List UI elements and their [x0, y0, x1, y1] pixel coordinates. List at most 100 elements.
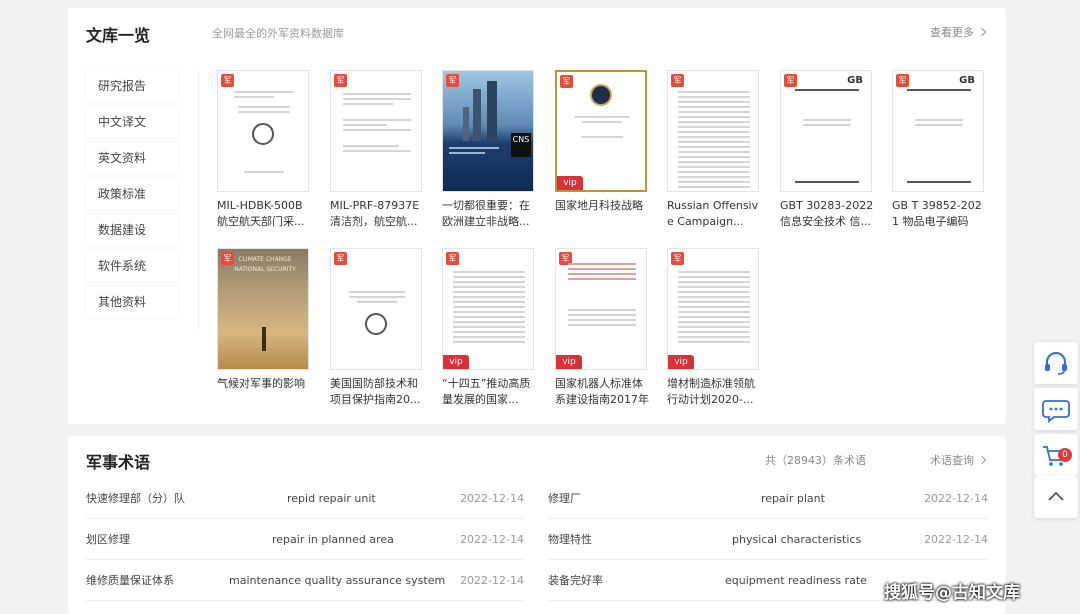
doc-title: 增材制造标准领航行动计划2020-... — [667, 377, 755, 406]
brand-mark-icon: 军 — [334, 74, 347, 87]
view-more-label: 查看更多 — [930, 26, 974, 39]
doc-title: 美国国防部技术和项目保护指南20... — [330, 377, 421, 406]
term-chinese: 快速修理部（分）队 — [86, 492, 185, 505]
back-to-top-button[interactable] — [1034, 476, 1078, 518]
customer-service-button[interactable] — [1034, 342, 1078, 384]
cns-logo: CNS — [511, 133, 531, 157]
library-subtitle: 全网最全的外军资料数据库 — [212, 27, 344, 40]
doc-title: 国家机器人标准体系建设指南2017年 — [555, 377, 649, 406]
doc-cover: 军 vip — [555, 248, 647, 370]
doc-cover: 军 — [330, 70, 422, 192]
term-search-label: 术语查询 — [930, 454, 974, 467]
term-chinese: 修理厂 — [548, 492, 581, 505]
brand-mark-icon: 军 — [896, 74, 909, 87]
brand-mark-icon: 军 — [784, 74, 797, 87]
chevron-up-icon — [1048, 491, 1064, 501]
doc-cover: 军 CLIMATE CHANGE NATIONAL SECURITY — [217, 248, 309, 370]
doc-title: GBT 30283-2022 信息安全技术 信... — [780, 199, 874, 228]
brand-mark-icon: 军 — [560, 75, 573, 88]
cart-button[interactable]: 0 — [1034, 434, 1078, 476]
chat-bubble-icon — [1042, 400, 1070, 423]
terms-title: 军事术语 — [86, 453, 151, 472]
category-english-materials[interactable]: 英文资料 — [86, 142, 178, 174]
doc-card[interactable]: 军 MIL-HDBK-500B 航空航天部门采... — [217, 70, 313, 230]
doc-card[interactable]: 军 GB GB T 39852-2021 物品电子编码 标... — [892, 70, 988, 230]
term-search-link[interactable]: 术语查询 — [930, 452, 987, 468]
doc-cover: 军 — [667, 70, 759, 192]
cart-count-badge: 0 — [1058, 448, 1072, 462]
watermark: 搜狐号@古知文库 — [884, 583, 1020, 603]
doc-card[interactable]: 军 vip “十四五”推动高质量发展的国家... — [442, 248, 538, 408]
view-more-link[interactable]: 查看更多 — [930, 24, 987, 40]
term-english: repair in planned area — [272, 533, 394, 546]
gb-logo: GB — [959, 75, 975, 86]
doc-cover: 军 — [330, 248, 422, 370]
doc-cover: 军 vip — [442, 248, 534, 370]
doc-title: Russian Offensive Campaign... — [667, 199, 759, 228]
term-row[interactable]: 维修质量保证体系 maintenance quality assurance s… — [86, 561, 524, 601]
term-chinese: 划区修理 — [86, 533, 130, 546]
category-policy-standards[interactable]: 政策标准 — [86, 178, 178, 210]
term-chinese: 物理特性 — [548, 533, 592, 546]
term-date: 2022-12-14 — [460, 492, 524, 505]
gb-logo: GB — [847, 75, 863, 86]
doc-card[interactable]: 军 Russian Offensive Campaign... — [667, 70, 763, 230]
category-chinese-translations[interactable]: 中文译文 — [86, 106, 178, 138]
doc-card[interactable]: 军 vip 国家地月科技战略 — [555, 70, 651, 230]
brand-mark-icon: 军 — [334, 252, 347, 265]
brand-mark-icon: 军 — [446, 252, 459, 265]
terms-count: 共（28943）条术语 — [765, 454, 866, 467]
brand-mark-icon: 军 — [221, 74, 234, 87]
doc-card[interactable]: 军 美国国防部技术和项目保护指南20... — [330, 248, 426, 408]
doc-card[interactable]: 军 MIL-PRF-87937E 清洁剂，航空航... — [330, 70, 426, 230]
chat-button[interactable] — [1034, 388, 1078, 430]
doc-title: 一切都很重要：在欧洲建立非战略... — [442, 199, 530, 228]
doc-cover: 军 GB — [892, 70, 984, 192]
brand-mark-icon: 军 — [671, 74, 684, 87]
vip-badge: vip — [443, 355, 469, 369]
library-section: 文库一览 全网最全的外军资料数据库 查看更多 研究报告 中文译文 英文资料 政策… — [68, 8, 1006, 424]
term-english: repair plant — [761, 492, 825, 505]
chevron-right-icon — [977, 27, 987, 37]
doc-cover: 军 — [217, 70, 309, 192]
term-row[interactable]: 快速修理部（分）队 repid repair unit 2022-12-14 — [86, 479, 524, 519]
seal-emblem — [252, 123, 274, 145]
term-date: 2022-12-14 — [460, 574, 524, 587]
term-chinese: 装备完好率 — [548, 574, 603, 587]
vip-badge: vip — [556, 355, 582, 369]
doc-cover: 军 CNS — [442, 70, 534, 192]
term-row[interactable]: 划区修理 repair in planned area 2022-12-14 — [86, 520, 524, 560]
library-title: 文库一览 — [86, 26, 151, 45]
doc-title: “十四五”推动高质量发展的国家... — [442, 377, 531, 406]
vip-badge: vip — [668, 355, 694, 369]
divider — [198, 70, 199, 330]
brand-mark-icon: 军 — [446, 74, 459, 87]
doc-title: 国家地月科技战略 — [555, 199, 643, 212]
category-data-construction[interactable]: 数据建设 — [86, 214, 178, 246]
term-date: 2022-12-14 — [924, 492, 988, 505]
headset-icon — [1045, 352, 1067, 375]
term-row[interactable]: 修理厂 repair plant 2022-12-14 — [548, 479, 988, 519]
doc-card[interactable]: 军 CLIMATE CHANGE NATIONAL SECURITY 气候对军事… — [217, 248, 313, 408]
doc-card[interactable]: 军 CNS 一切都很重要：在欧洲建立非战略... — [442, 70, 538, 230]
doc-card[interactable]: 军 vip 增材制造标准领航行动计划2020-... — [667, 248, 763, 408]
category-other-materials[interactable]: 其他资料 — [86, 286, 178, 318]
term-english: repid repair unit — [287, 492, 376, 505]
term-chinese: 维修质量保证体系 — [86, 574, 174, 587]
category-research-reports[interactable]: 研究报告 — [86, 70, 178, 102]
doc-card[interactable]: 军 GB GBT 30283-2022 信息安全技术 信... — [780, 70, 876, 230]
doc-card[interactable]: 军 vip 国家机器人标准体系建设指南2017年 — [555, 248, 651, 408]
chevron-right-icon — [977, 455, 987, 465]
category-software-systems[interactable]: 软件系统 — [86, 250, 178, 282]
term-english: physical characteristics — [732, 533, 862, 546]
category-list: 研究报告 中文译文 英文资料 政策标准 数据建设 软件系统 其他资料 — [86, 70, 178, 322]
term-date: 2022-12-14 — [924, 533, 988, 546]
doc-title: 气候对军事的影响 — [217, 377, 305, 390]
vip-badge: vip — [557, 176, 583, 190]
doc-cover: 军 GB — [780, 70, 872, 192]
doc-cover: 军 vip — [555, 70, 647, 192]
term-row[interactable]: 物理特性 physical characteristics 2022-12-14 — [548, 520, 988, 560]
doc-title: GB T 39852-2021 物品电子编码 标... — [892, 199, 982, 228]
brand-mark-icon: 军 — [671, 252, 684, 265]
seal-emblem — [365, 313, 387, 335]
